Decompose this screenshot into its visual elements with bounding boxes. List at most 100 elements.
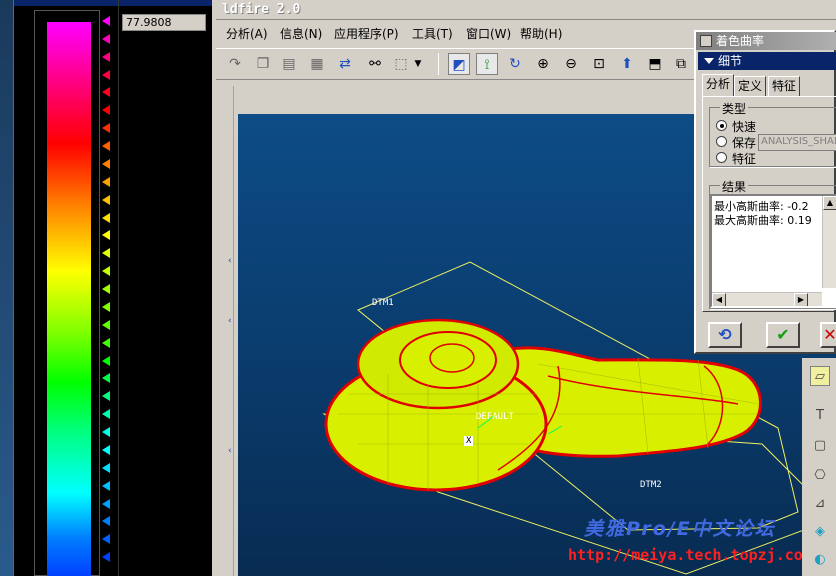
redo-icon[interactable]: ↷	[224, 53, 246, 75]
radio-feature-label: 特征	[732, 152, 757, 166]
menu-help[interactable]: 帮助(H)	[520, 25, 562, 42]
screen: 77.9808 ldfire 2.0 分析(A) 信息(N) 应用程序(P) 工…	[0, 0, 836, 576]
color-arrow-icon	[102, 301, 110, 312]
scroll-right-icon[interactable]: ▶	[794, 293, 808, 306]
color-arrow-icon	[102, 516, 110, 527]
color-arrow-icon	[102, 176, 110, 187]
dialog-tabs: 分析 定义 特征	[702, 74, 836, 96]
color-arrow-icon	[102, 16, 110, 26]
orient-icon[interactable]: ↻	[504, 53, 526, 75]
sketch-tool-icon[interactable]: ▱	[810, 366, 830, 386]
paste-special-icon[interactable]: ▦	[306, 53, 328, 75]
label-x-marker: X	[464, 436, 474, 446]
scroll-up-icon[interactable]: ▲	[823, 196, 836, 210]
select-box-icon[interactable]: ⬚	[390, 53, 412, 75]
results-group: 结果 最小高斯曲率: -0.2 最大高斯曲率: 0.19 ▲ ◀ ▶	[709, 178, 836, 309]
dropdown-arrow-icon[interactable]: ▼	[412, 53, 424, 75]
menu-info[interactable]: 信息(N)	[280, 25, 322, 42]
scale-window-title[interactable]	[14, 0, 216, 6]
scale-marker-icon[interactable]	[16, 10, 28, 28]
scale-marker-icon[interactable]	[16, 300, 28, 318]
color-bar	[47, 22, 91, 576]
collapse-arrow-icon[interactable]: ‹	[228, 316, 232, 326]
color-arrow-icon	[102, 230, 110, 241]
axis-tool-icon[interactable]: T	[810, 406, 830, 426]
toolbar-separator	[438, 53, 439, 75]
horizontal-scrollbar[interactable]: ◀ ▶	[712, 292, 822, 306]
color-arrow-icon	[102, 552, 110, 563]
tab-panel: 类型 快速 保存 ANALYSIS_SHADE 特征 结果 最小高斯曲率: -0…	[702, 96, 836, 312]
cancel-button[interactable]: ✕	[820, 322, 836, 348]
point-tool-icon[interactable]: ⎔	[810, 466, 830, 486]
expand-triangle-icon[interactable]	[704, 58, 714, 64]
vertical-scrollbar[interactable]: ▲	[822, 196, 836, 288]
scroll-left-icon[interactable]: ◀	[712, 293, 726, 306]
csys-tool-icon[interactable]: ⊿	[810, 494, 830, 514]
dialog-title: 着色曲率	[716, 34, 765, 48]
save-name-field[interactable]: ANALYSIS_SHADE	[758, 134, 836, 151]
color-arrow-icon	[102, 373, 110, 384]
label-dtm2: DTM2	[640, 480, 662, 490]
collapse-arrow-icon[interactable]: ‹	[228, 256, 232, 266]
results-legend: 结果	[720, 178, 749, 195]
radio-quick-label: 快速	[732, 120, 757, 134]
analysis-tool-icon[interactable]: ◈	[810, 522, 830, 542]
color-arrow-icon	[102, 123, 110, 134]
shaded-curvature-dialog: 着色曲率 细节 分析 定义 特征 类型 快速 保存 ANALYSIS_SHADE	[694, 30, 836, 354]
menu-applications[interactable]: 应用程序(P)	[334, 25, 399, 42]
feature-tool-icon[interactable]: ◐	[810, 550, 830, 570]
find-icon[interactable]: ⚯	[364, 53, 386, 75]
color-arrow-icon	[102, 69, 110, 80]
details-section[interactable]: 细节	[698, 52, 836, 70]
repaint-icon[interactable]: ◩	[448, 53, 470, 75]
datum-axes-icon[interactable]: ⬒	[644, 53, 666, 75]
color-arrow-icon	[102, 248, 110, 259]
regenerate-icon[interactable]: ⇄	[334, 53, 356, 75]
datum-planes-icon[interactable]: ⬆	[616, 53, 638, 75]
color-arrow-icon	[102, 87, 110, 98]
menu-tools[interactable]: 工具(T)	[412, 25, 453, 42]
window-title: ldfire 2.0	[222, 2, 301, 17]
menu-window[interactable]: 窗口(W)	[466, 25, 511, 42]
right-toolbar: ▱ T ▢ ⎔ ⊿ ◈ ◐	[802, 358, 836, 576]
scale-max-value[interactable]: 77.9808	[122, 14, 206, 31]
radio-quick[interactable]	[716, 120, 727, 131]
refit-icon[interactable]: ⊡	[588, 53, 610, 75]
results-list[interactable]: 最小高斯曲率: -0.2 最大高斯曲率: 0.19 ▲ ◀ ▶	[710, 194, 836, 308]
zoom-out-icon[interactable]: ⊖	[560, 53, 582, 75]
zoom-in-icon[interactable]: ⊕	[532, 53, 554, 75]
radio-feature[interactable]	[716, 152, 727, 163]
tab-feature[interactable]: 特征	[768, 76, 801, 96]
color-arrow-icon	[102, 51, 110, 62]
tab-analysis[interactable]: 分析	[702, 74, 735, 96]
title-bar[interactable]: ldfire 2.0	[216, 0, 836, 20]
watermark: 美雅Pro/E中文论坛	[584, 518, 776, 540]
type-group: 类型 快速 保存 ANALYSIS_SHADE 特征	[709, 100, 836, 167]
menu-analysis[interactable]: 分析(A)	[226, 25, 268, 42]
color-arrow-icon	[102, 33, 110, 44]
plane-tool-icon[interactable]: ▢	[810, 436, 830, 456]
spin-center-icon[interactable]: ⟟	[476, 53, 498, 75]
color-arrow-icon	[102, 266, 110, 277]
color-arrow-icon	[102, 444, 110, 455]
result-max-gauss: 最大高斯曲率: 0.19	[714, 214, 812, 227]
radio-save[interactable]	[716, 136, 727, 147]
color-arrow-icon	[102, 141, 110, 152]
color-arrow-icon	[102, 480, 110, 491]
copy-icon[interactable]: ❐	[252, 53, 274, 75]
repaint-button[interactable]: ⟲	[708, 322, 742, 348]
type-legend: 类型	[720, 100, 749, 117]
dialog-title-bar[interactable]: 着色曲率	[696, 32, 836, 50]
color-arrow-icon	[102, 409, 110, 420]
radio-save-label: 保存	[732, 136, 757, 150]
label-default: DEFAULT	[476, 412, 514, 422]
ok-button[interactable]: ✔	[766, 322, 800, 348]
details-label: 细节	[718, 54, 743, 68]
left-frame: ‹ ‹ ‹	[220, 86, 234, 576]
datum-points-icon[interactable]: ⧉	[670, 53, 692, 75]
paste-icon[interactable]: ▤	[278, 53, 300, 75]
collapse-arrow-icon[interactable]: ‹	[228, 446, 232, 456]
dialog-app-icon	[700, 35, 712, 47]
color-arrow-icon	[102, 427, 110, 438]
tab-definition[interactable]: 定义	[734, 76, 767, 96]
